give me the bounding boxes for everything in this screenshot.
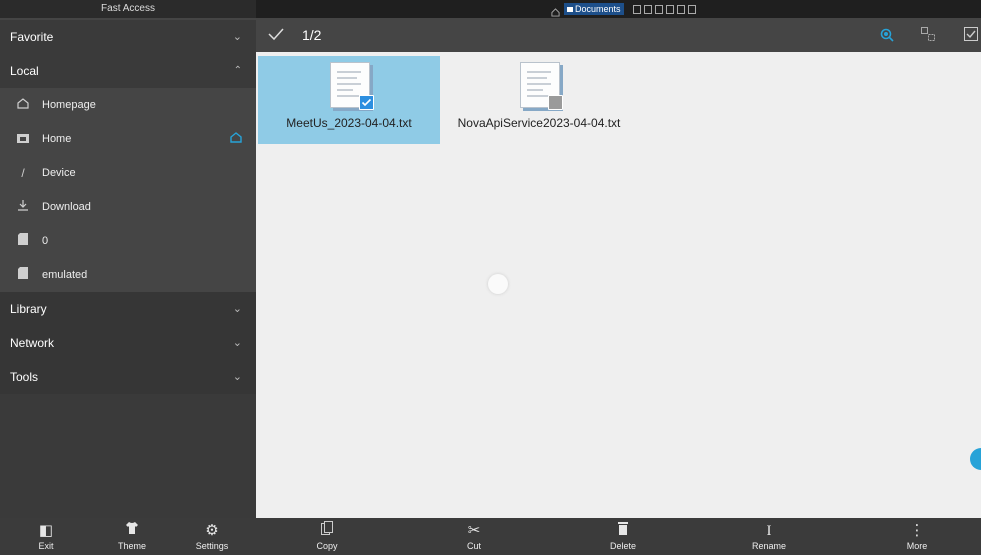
file-grid: MeetUs_2023-04-04.txt NovaApiService2023…	[256, 52, 981, 518]
download-icon	[16, 190, 30, 224]
exit-button[interactable]: ◧ Exit	[11, 518, 81, 555]
copy-icon	[292, 521, 362, 541]
more-label: More	[906, 541, 928, 551]
house-outline-icon	[16, 88, 30, 122]
loading-spinner	[488, 274, 508, 294]
home-marker-icon[interactable]	[230, 123, 242, 157]
local-item-0[interactable]: 0	[0, 224, 256, 258]
fast-access-title: Fast Access	[0, 0, 256, 18]
text-cursor-icon: I	[766, 523, 772, 539]
local-item-label: 0	[42, 235, 49, 247]
checkmark-icon[interactable]	[268, 27, 284, 46]
file-name: NovaApiService2023-04-04.txt	[457, 116, 621, 130]
local-item-label: emulated	[42, 269, 88, 281]
select-inverse-icon[interactable]	[921, 27, 935, 46]
local-item-homepage[interactable]: Homepage	[0, 88, 256, 122]
copy-button[interactable]: Copy	[292, 518, 362, 555]
section-tools-label: Tools	[10, 370, 39, 384]
file-item[interactable]: NovaApiService2023-04-04.txt	[446, 56, 632, 144]
selection-count: 1/2	[302, 27, 322, 43]
shirt-icon	[97, 521, 167, 541]
section-tools[interactable]: Tools ⌄	[0, 360, 256, 394]
slash-icon: /	[21, 166, 25, 180]
checked-checkbox-icon[interactable]	[359, 95, 374, 110]
section-local-label: Local	[10, 64, 39, 78]
more-vertical-icon: ⋮	[909, 522, 925, 539]
status-bar: Documents	[256, 0, 981, 18]
section-favorite[interactable]: Favorite ⌄	[0, 20, 256, 54]
unchecked-checkbox-icon[interactable]	[548, 95, 563, 110]
local-item-emulated[interactable]: emulated	[0, 258, 256, 292]
trash-icon	[588, 521, 658, 541]
chevron-down-icon: ⌄	[232, 337, 242, 349]
select-all-icon[interactable]	[964, 27, 978, 46]
delete-button[interactable]: Delete	[588, 518, 658, 555]
status-indicator-icon	[677, 5, 685, 14]
status-indicator-icon	[655, 5, 663, 14]
delete-label: Delete	[609, 541, 636, 551]
theme-label: Theme	[117, 541, 146, 551]
status-indicator-icon	[633, 5, 641, 14]
bottom-bar: ◧ Exit Theme ⚙ Settings Copy ✂ Cut Delet…	[0, 518, 981, 555]
section-favorite-label: Favorite	[10, 30, 54, 44]
sidebar-empty-area	[0, 394, 256, 518]
rename-button[interactable]: I Rename	[734, 518, 804, 555]
settings-button[interactable]: ⚙ Settings	[177, 518, 247, 555]
floating-action-button[interactable]	[970, 448, 981, 470]
file-name: MeetUs_2023-04-04.txt	[286, 116, 412, 130]
section-network-label: Network	[10, 336, 55, 350]
sidebar: Fast Access Favorite ⌄ Local ⌃ Homepage …	[0, 0, 256, 555]
more-button[interactable]: ⋮ More	[882, 518, 952, 555]
status-indicator-icon	[644, 5, 652, 14]
section-local[interactable]: Local ⌃	[0, 54, 256, 88]
chevron-down-icon: ⌄	[232, 371, 242, 383]
local-item-label: Download	[42, 201, 91, 213]
theme-button[interactable]: Theme	[97, 518, 167, 555]
copy-label: Copy	[316, 541, 338, 551]
exit-label: Exit	[38, 541, 54, 551]
gear-icon: ⚙	[205, 522, 219, 539]
folder-small-icon	[567, 7, 573, 12]
sd-card-icon	[16, 224, 30, 258]
section-network[interactable]: Network ⌄	[0, 326, 256, 360]
section-library-label: Library	[10, 302, 47, 316]
local-item-download[interactable]: Download	[0, 190, 256, 224]
cut-button[interactable]: ✂ Cut	[439, 518, 509, 555]
rename-label: Rename	[751, 541, 787, 551]
local-item-label: Home	[42, 133, 72, 145]
status-indicator-icon	[666, 5, 674, 14]
local-item-home[interactable]: Home	[0, 122, 256, 156]
documents-tab-label: Documents	[575, 4, 621, 14]
local-item-device[interactable]: / Device	[0, 156, 256, 190]
folder-icon	[16, 122, 30, 156]
local-item-label: Device	[42, 167, 76, 179]
local-item-label: Homepage	[42, 99, 96, 111]
selection-toolbar: 1/2	[256, 18, 981, 52]
scissors-icon: ✂	[467, 522, 481, 539]
settings-label: Settings	[195, 541, 229, 551]
cut-label: Cut	[466, 541, 481, 551]
file-item[interactable]: MeetUs_2023-04-04.txt	[258, 56, 440, 144]
documents-tab[interactable]: Documents	[564, 3, 624, 15]
chevron-down-icon: ⌄	[232, 31, 242, 43]
search-icon[interactable]	[880, 28, 894, 47]
chevron-down-icon: ⌄	[232, 303, 242, 315]
window-icon	[688, 5, 696, 14]
sd-card-icon	[16, 258, 30, 292]
section-library[interactable]: Library ⌄	[0, 292, 256, 326]
chevron-up-icon: ⌃	[233, 65, 242, 76]
exit-icon: ◧	[38, 522, 54, 539]
